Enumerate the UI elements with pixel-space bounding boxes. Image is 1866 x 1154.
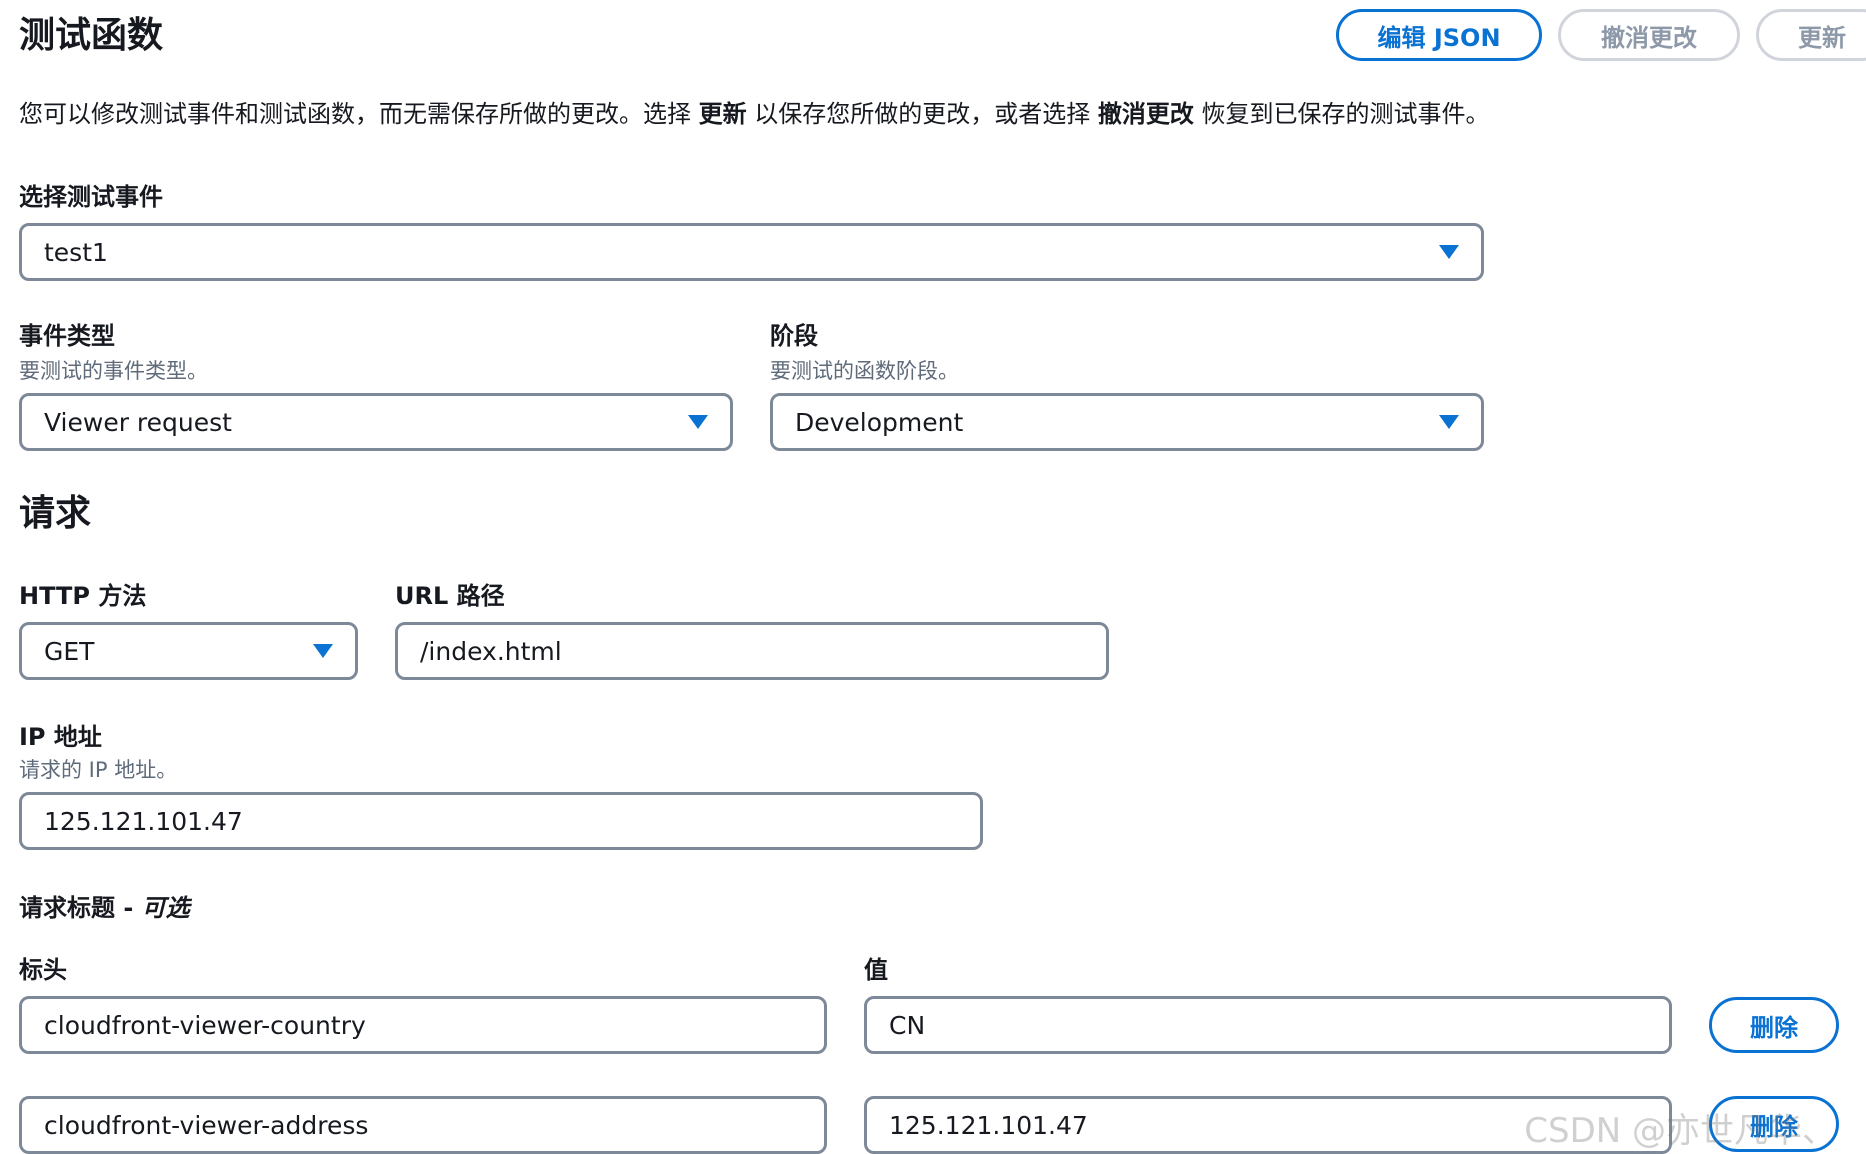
- http-method-value: GET: [44, 636, 95, 666]
- header-key-column-label: 标头: [19, 956, 67, 984]
- page-title: 测试函数: [19, 15, 164, 56]
- description-text-2: 以保存您所做的更改，或者选择: [746, 100, 1098, 128]
- header-key-value: cloudfront-viewer-address: [44, 1110, 369, 1140]
- request-headers-title-text: 请求标题 -: [19, 894, 142, 922]
- description-text-1: 您可以修改测试事件和测试函数，而无需保存所做的更改。选择: [19, 100, 699, 128]
- event-type-label: 事件类型: [19, 322, 115, 350]
- header-value-input[interactable]: CN: [864, 996, 1672, 1054]
- ip-address-input[interactable]: 125.121.101.47: [19, 792, 983, 850]
- url-path-input[interactable]: /index.html: [395, 622, 1109, 680]
- request-section-title: 请求: [19, 493, 92, 534]
- header-key-input[interactable]: cloudfront-viewer-country: [19, 996, 827, 1054]
- stage-select[interactable]: Development: [770, 393, 1484, 451]
- event-type-description: 要测试的事件类型。: [19, 359, 208, 383]
- description-text-3: 恢复到已保存的测试事件。: [1193, 100, 1490, 128]
- optional-tag: 可选: [141, 894, 190, 922]
- ip-address-description: 请求的 IP 地址。: [19, 758, 178, 782]
- header-key-input[interactable]: cloudfront-viewer-address: [19, 1096, 827, 1154]
- stage-description: 要测试的函数阶段。: [770, 359, 959, 383]
- description-bold-update: 更新: [698, 100, 747, 128]
- http-method-label: HTTP 方法: [19, 582, 147, 610]
- caret-down-icon: [1439, 415, 1459, 429]
- edit-json-button[interactable]: 编辑 JSON: [1336, 9, 1542, 61]
- test-event-value: test1: [44, 237, 108, 267]
- page-description: 您可以修改测试事件和测试函数，而无需保存所做的更改。选择 更新 以保存您所做的更…: [19, 96, 1490, 132]
- remove-header-button[interactable]: 删除: [1709, 997, 1839, 1053]
- ip-address-label: IP 地址: [19, 723, 102, 751]
- url-path-label: URL 路径: [395, 582, 505, 610]
- url-path-value: /index.html: [420, 636, 562, 666]
- revert-changes-button[interactable]: 撤消更改: [1558, 9, 1740, 61]
- event-type-value: Viewer request: [44, 407, 232, 437]
- caret-down-icon: [313, 644, 333, 658]
- stage-label: 阶段: [770, 322, 818, 350]
- test-event-select[interactable]: test1: [19, 223, 1484, 281]
- header-value-value: CN: [889, 1010, 926, 1040]
- test-event-label: 选择测试事件: [19, 183, 163, 211]
- request-headers-title: 请求标题 - 可选: [19, 892, 190, 924]
- event-type-select[interactable]: Viewer request: [19, 393, 733, 451]
- stage-value: Development: [795, 407, 964, 437]
- caret-down-icon: [1439, 245, 1459, 259]
- ip-address-value: 125.121.101.47: [44, 806, 243, 836]
- header-key-value: cloudfront-viewer-country: [44, 1010, 366, 1040]
- update-button[interactable]: 更新: [1756, 9, 1866, 61]
- http-method-select[interactable]: GET: [19, 622, 358, 680]
- watermark: CSDN @亦世凡华、: [1524, 1111, 1836, 1151]
- caret-down-icon: [688, 415, 708, 429]
- description-bold-revert: 撤消更改: [1097, 100, 1194, 128]
- header-value-column-label: 值: [864, 956, 888, 984]
